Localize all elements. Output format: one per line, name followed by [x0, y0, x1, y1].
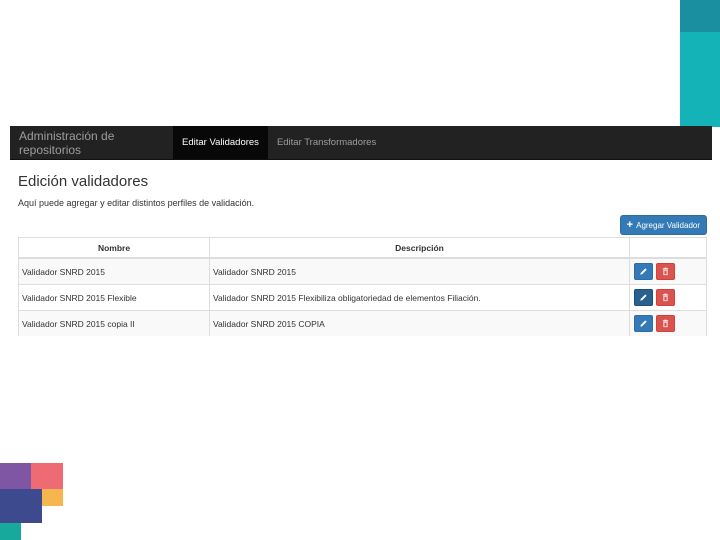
- table-row: Validador SNRD 2015 Validador SNRD 2015: [18, 257, 707, 285]
- navbar: Administración de repositorios Editar Va…: [10, 126, 712, 160]
- main-content: Edición validadores Aquí puede agregar y…: [10, 172, 712, 336]
- validators-table: Nombre Descripción Validador SNRD 2015 V…: [18, 237, 707, 336]
- pencil-icon: [640, 268, 647, 275]
- nav-item-editar-validadores[interactable]: Editar Validadores: [173, 126, 268, 159]
- add-validator-button[interactable]: + Agregar Validador: [619, 215, 707, 235]
- cell-actions: [629, 284, 707, 311]
- corner-decoration-teal: [680, 32, 720, 127]
- delete-button[interactable]: [656, 289, 675, 306]
- navbar-brand[interactable]: Administración de repositorios: [10, 126, 173, 159]
- table-header-row: Nombre Descripción: [18, 237, 707, 259]
- cell-description: Validador SNRD 2015 Flexibiliza obligato…: [209, 284, 630, 311]
- plus-icon: +: [626, 219, 634, 231]
- toolbar: + Agregar Validador: [18, 215, 707, 236]
- corner-decoration-dark-teal: [680, 0, 720, 32]
- table-row: Validador SNRD 2015 copia II Validador S…: [18, 310, 707, 336]
- trash-icon: [662, 267, 669, 276]
- table-row: Validador SNRD 2015 Flexible Validador S…: [18, 284, 707, 311]
- cell-name: Validador SNRD 2015 Flexible: [18, 284, 210, 311]
- column-header-descripcion[interactable]: Descripción: [209, 237, 630, 259]
- page-description: Aquí puede agregar y editar distintos pe…: [18, 198, 255, 208]
- page-title: Edición validadores: [18, 173, 149, 190]
- app-screenshot: Administración de repositorios Editar Va…: [10, 126, 712, 336]
- cell-name: Validador SNRD 2015 copia II: [18, 310, 210, 336]
- delete-button[interactable]: [656, 315, 675, 332]
- pencil-icon: [640, 294, 647, 301]
- cell-actions: [629, 310, 707, 336]
- corner-decoration-green: [0, 523, 21, 540]
- nav-item-editar-transformadores[interactable]: Editar Transformadores: [268, 126, 385, 159]
- cell-description: Validador SNRD 2015: [209, 257, 630, 285]
- edit-button[interactable]: [634, 263, 653, 280]
- cell-description: Validador SNRD 2015 COPIA: [209, 310, 630, 336]
- corner-decoration-purple: [0, 463, 31, 489]
- pencil-icon: [640, 320, 647, 327]
- delete-button[interactable]: [656, 263, 675, 280]
- trash-icon: [662, 293, 669, 302]
- cell-name: Validador SNRD 2015: [18, 257, 210, 285]
- corner-decoration-orange: [42, 489, 63, 506]
- corner-decoration-blue: [0, 489, 42, 523]
- add-validator-label: Agregar Validador: [636, 220, 700, 230]
- column-header-actions: [629, 237, 707, 259]
- column-header-nombre[interactable]: Nombre: [18, 237, 210, 259]
- corner-decoration-pink: [31, 463, 63, 489]
- edit-button[interactable]: [634, 315, 653, 332]
- cell-actions: [629, 257, 707, 285]
- trash-icon: [662, 319, 669, 328]
- edit-button[interactable]: [634, 289, 653, 306]
